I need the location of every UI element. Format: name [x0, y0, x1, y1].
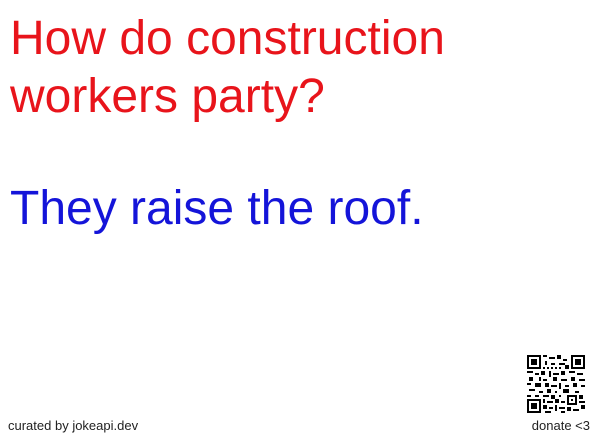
qr-code-icon[interactable] [527, 355, 585, 413]
credit-label: curated by jokeapi.dev [8, 418, 139, 433]
joke-setup: How do construction workers party? [10, 12, 445, 123]
donate-link[interactable]: donate <3 [532, 418, 590, 433]
joke-punchline: They raise the roof. [10, 182, 424, 235]
